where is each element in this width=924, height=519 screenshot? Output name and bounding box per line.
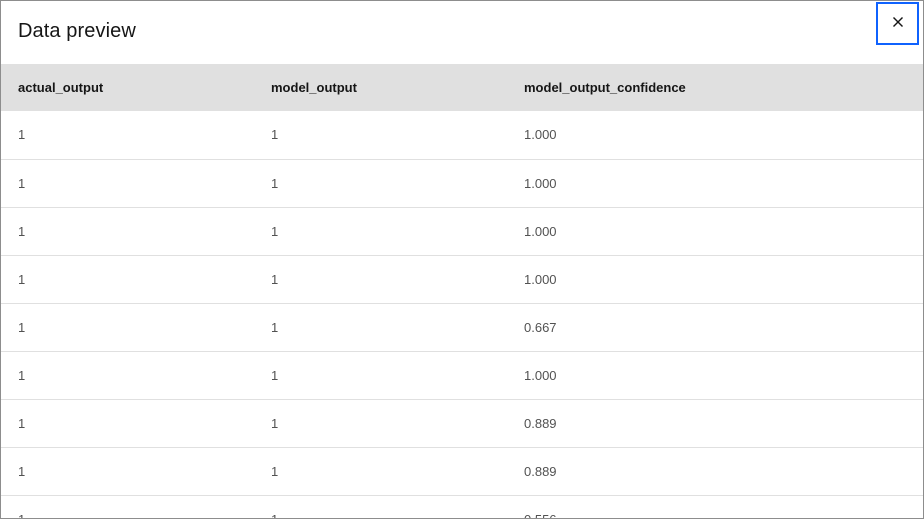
table-cell: 1 (1, 399, 254, 448)
table-cell: 1 (1, 207, 254, 256)
table-cell: 1.000 (507, 111, 923, 160)
table-cell: 1 (254, 207, 507, 256)
table-cell: 1.000 (507, 159, 923, 208)
table-cell: 1 (1, 111, 254, 160)
table-cell: 1.000 (507, 351, 923, 400)
table-row: 1 1 1.000 (1, 255, 923, 304)
table-cell: 1 (254, 111, 507, 160)
table-cell: 1 (254, 495, 507, 518)
table-row: 1 1 0.889 (1, 399, 923, 448)
table-cell: 1 (254, 447, 507, 496)
close-button[interactable] (876, 2, 919, 45)
data-preview-modal: Data preview actual_output model_output … (0, 0, 924, 519)
column-header-model-output-confidence: model_output_confidence (524, 80, 686, 95)
modal-header: Data preview (1, 1, 923, 64)
table-row: 1 1 1.000 (1, 111, 923, 160)
table-cell: 1.000 (507, 255, 923, 304)
table-row: 1 1 0.889 (1, 447, 923, 496)
table-cell: 1 (1, 255, 254, 304)
table-row: 1 1 0.667 (1, 303, 923, 352)
table-cell: 1 (254, 303, 507, 352)
table-cell: 1 (1, 447, 254, 496)
data-table: actual_output model_output model_output_… (1, 64, 923, 518)
column-header-actual-output: actual_output (18, 80, 104, 95)
table-cell: 1 (1, 303, 254, 352)
table-header-row: actual_output model_output model_output_… (1, 64, 923, 111)
table-cell: 1 (1, 159, 254, 208)
modal-title: Data preview (18, 20, 136, 42)
table-row: 1 1 0.556 (1, 495, 923, 518)
table-cell: 1 (254, 159, 507, 208)
table-row: 1 1 1.000 (1, 207, 923, 256)
data-table-container[interactable]: actual_output model_output model_output_… (1, 64, 923, 518)
table-cell: 1 (1, 495, 254, 518)
table-cell: 0.556 (507, 495, 923, 518)
table-cell: 1 (254, 399, 507, 448)
table-cell: 1 (254, 351, 507, 400)
table-cell: 0.667 (507, 303, 923, 352)
table-cell: 0.889 (507, 447, 923, 496)
table-row: 1 1 1.000 (1, 351, 923, 400)
table-cell: 1 (1, 351, 254, 400)
table-cell: 1.000 (507, 207, 923, 256)
column-header-model-output: model_output (271, 80, 357, 95)
table-cell: 0.889 (507, 399, 923, 448)
close-icon (892, 16, 904, 31)
table-row: 1 1 1.000 (1, 159, 923, 208)
table-cell: 1 (254, 255, 507, 304)
